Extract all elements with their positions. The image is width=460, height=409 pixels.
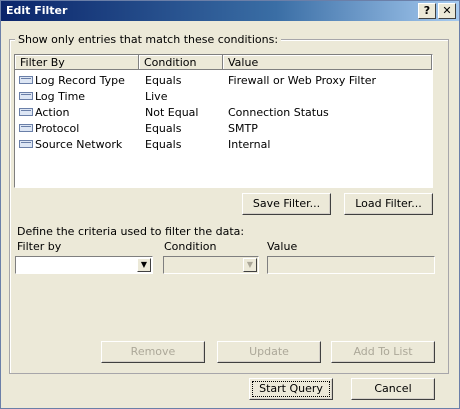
list-item[interactable]: Source Network Equals Internal (15, 136, 432, 152)
cell-value: Firewall or Web Proxy Filter (228, 74, 377, 87)
cell-value: SMTP (228, 122, 258, 135)
cell-value: Connection Status (228, 106, 329, 119)
cell-value: Internal (228, 138, 271, 151)
cell-filter-by: Log Record Type (35, 74, 125, 87)
log-record-icon (19, 108, 33, 116)
column-header-value[interactable]: Value (223, 55, 432, 70)
condition-label: Condition (164, 240, 217, 253)
cell-filter-by: Source Network (35, 138, 123, 151)
cell-condition: Equals (145, 122, 182, 135)
cell-condition: Not Equal (145, 106, 199, 119)
remove-button[interactable]: Remove (101, 341, 205, 363)
save-filter-button[interactable]: Save Filter... (242, 193, 331, 215)
condition-select[interactable]: ▼ (163, 256, 259, 274)
cell-filter-by: Action (35, 106, 70, 119)
value-label: Value (267, 240, 298, 253)
conditions-list[interactable]: Filter By Condition Value Log Record Typ… (14, 54, 433, 188)
value-field[interactable] (267, 256, 435, 274)
cell-filter-by: Protocol (35, 122, 80, 135)
update-button[interactable]: Update (217, 341, 321, 363)
list-item[interactable]: Action Not Equal Connection Status (15, 104, 432, 120)
cell-condition: Equals (145, 138, 182, 151)
close-button[interactable]: ✕ (438, 3, 456, 19)
criteria-label: Define the criteria used to filter the d… (17, 225, 245, 238)
chevron-down-icon[interactable]: ▼ (137, 258, 151, 272)
chevron-down-icon[interactable]: ▼ (243, 258, 257, 272)
cancel-button[interactable]: Cancel (351, 378, 435, 400)
filter-by-label: Filter by (17, 240, 62, 253)
list-item[interactable]: Protocol Equals SMTP (15, 120, 432, 136)
add-to-list-button[interactable]: Add To List (331, 341, 435, 363)
cell-filter-by: Log Time (35, 90, 86, 103)
conditions-group-label: Show only entries that match these condi… (15, 33, 282, 46)
column-header-condition[interactable]: Condition (139, 55, 223, 70)
edit-filter-dialog: Edit Filter ? ✕ Show only entries that m… (0, 0, 460, 409)
column-header-filter-by[interactable]: Filter By (15, 55, 139, 70)
help-button[interactable]: ? (418, 3, 436, 19)
list-item[interactable]: Log Time Live (15, 88, 432, 104)
cell-condition: Equals (145, 74, 182, 87)
list-header: Filter By Condition Value (15, 55, 432, 71)
load-filter-button[interactable]: Load Filter... (344, 193, 433, 215)
log-record-icon (19, 140, 33, 148)
window-title: Edit Filter (6, 4, 68, 17)
start-query-button[interactable]: Start Query (249, 378, 333, 400)
filter-by-select[interactable]: ▼ (15, 256, 153, 274)
cell-condition: Live (145, 90, 168, 103)
list-item[interactable]: Log Record Type Equals Firewall or Web P… (15, 72, 432, 88)
log-record-icon (19, 124, 33, 132)
title-bar: Edit Filter ? ✕ (1, 1, 459, 21)
log-record-icon (19, 92, 33, 100)
log-record-icon (19, 76, 33, 84)
